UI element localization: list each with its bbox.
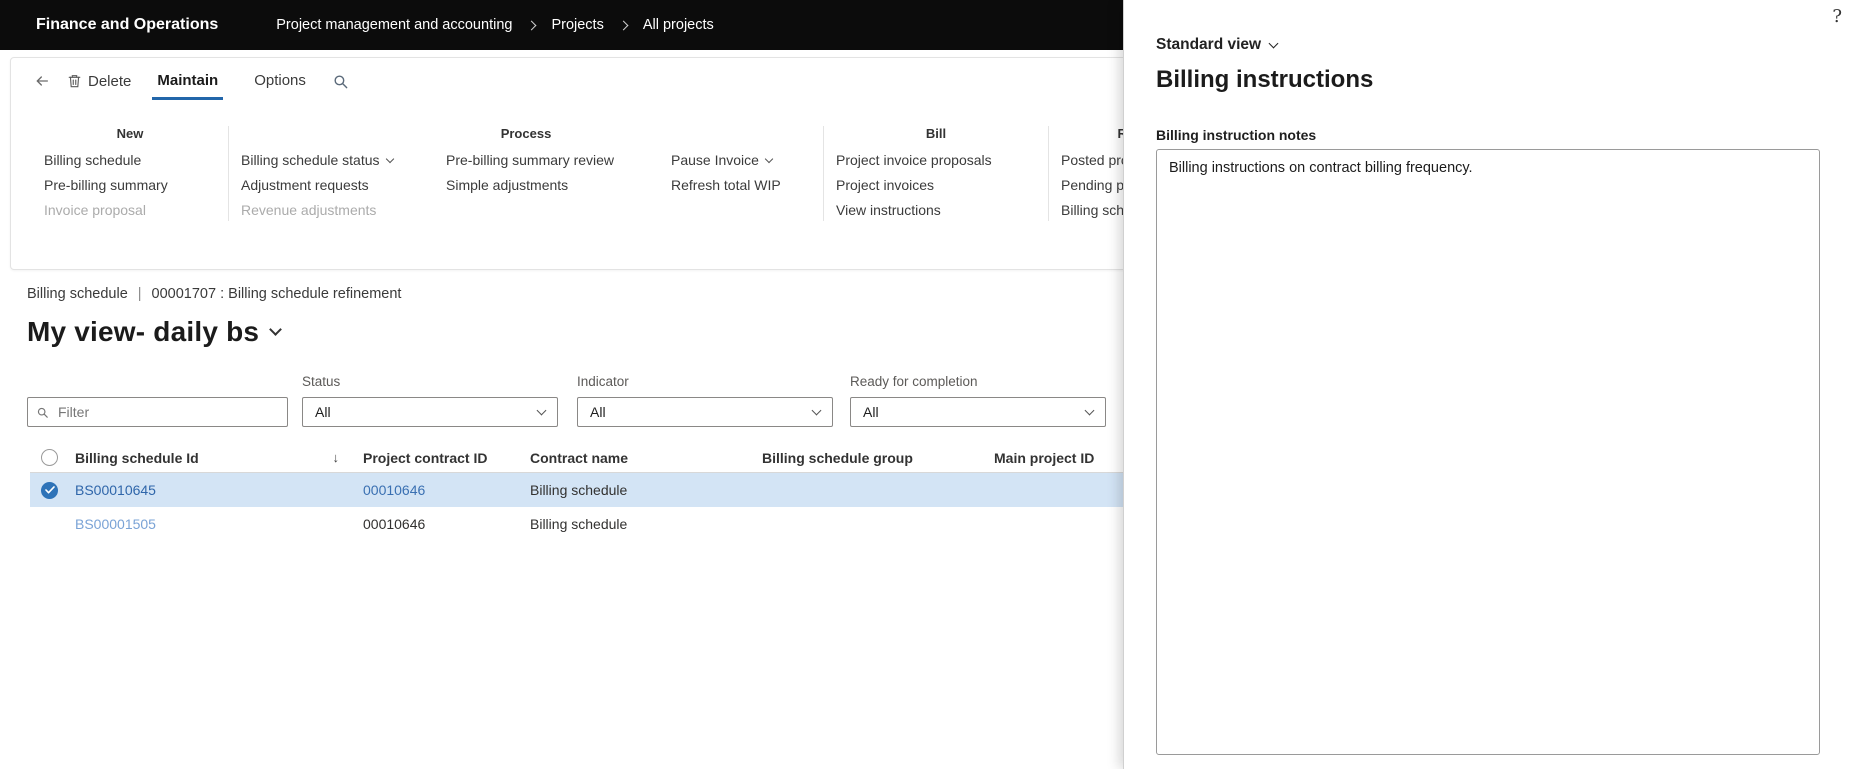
app-title: Finance and Operations xyxy=(36,16,219,33)
status-filter-dropdown[interactable]: All xyxy=(302,397,558,427)
filter-input[interactable] xyxy=(56,403,279,421)
standard-view-selector[interactable]: Standard view xyxy=(1156,36,1279,54)
ribbon-group-title: Bill xyxy=(925,126,947,141)
ready-for-completion-filter-dropdown[interactable]: All xyxy=(850,397,1106,427)
billing-instruction-notes-textarea[interactable]: Billing instructions on contract billing… xyxy=(1156,149,1820,755)
status-filter-label: Status xyxy=(302,374,341,389)
project-contract-id-link[interactable]: 00010646 xyxy=(363,482,425,498)
ribbon-group-title: Process xyxy=(500,126,552,141)
button-pause-invoice[interactable]: Pause Invoice xyxy=(671,152,811,169)
billing-schedule-id-link[interactable]: BS00001505 xyxy=(75,516,156,532)
button-billing-schedule-status[interactable]: Billing schedule status xyxy=(241,152,446,169)
button-view-instructions[interactable]: View instructions xyxy=(836,202,992,219)
billing-schedule-id-link[interactable]: BS00010645 xyxy=(75,482,156,498)
ribbon-group-new: New Billing schedule Pre-billing summary… xyxy=(44,126,216,227)
button-revenue-adjustments: Revenue adjustments xyxy=(241,202,377,218)
column-header-project-contract-id[interactable]: Project contract ID xyxy=(363,450,530,466)
check-icon xyxy=(44,486,55,494)
delete-button[interactable]: Delete xyxy=(59,67,139,96)
record-title: 00001707 : Billing schedule refinement xyxy=(151,286,402,302)
chevron-down-icon xyxy=(1084,405,1095,415)
chevron-down-icon xyxy=(269,322,283,336)
help-icon[interactable]: ? xyxy=(1832,6,1842,27)
indicator-filter-label: Indicator xyxy=(577,374,629,389)
trash-icon xyxy=(67,73,82,89)
table-row[interactable]: BS00010645 00010646 Billing schedule xyxy=(30,473,1194,507)
back-arrow-icon xyxy=(33,73,51,89)
breadcrumb-item-projects[interactable]: Projects xyxy=(551,17,603,33)
search-button[interactable] xyxy=(324,67,357,96)
record-separator: | xyxy=(137,286,142,302)
back-button[interactable] xyxy=(25,67,59,95)
button-pre-billing-summary-review[interactable]: Pre-billing summary review xyxy=(446,152,671,169)
button-pre-billing-summary[interactable]: Pre-billing summary xyxy=(44,177,168,194)
chevron-right-icon xyxy=(618,20,629,30)
breadcrumb: Project management and accounting Projec… xyxy=(276,17,714,33)
billing-instruction-notes-label: Billing instruction notes xyxy=(1156,127,1317,143)
record-entity: Billing schedule xyxy=(27,286,128,302)
chevron-right-icon xyxy=(527,20,537,30)
chevron-down-icon xyxy=(385,154,394,163)
breadcrumb-item-all-projects[interactable]: All projects xyxy=(643,17,714,33)
search-icon xyxy=(36,406,49,419)
button-simple-adjustments[interactable]: Simple adjustments xyxy=(446,177,671,194)
ribbon-group-bill: Bill Project invoice proposals Project i… xyxy=(836,126,1036,227)
contract-name-cell: Billing schedule xyxy=(530,482,628,498)
grid-header-row: Billing schedule Id ↓ Project contract I… xyxy=(30,443,1194,473)
column-header-billing-schedule-id[interactable]: Billing schedule Id ↓ xyxy=(75,450,363,466)
tab-maintain[interactable]: Maintain xyxy=(152,62,224,100)
view-title-dropdown[interactable]: My view- daily bs xyxy=(27,316,283,348)
ribbon-group-process: Process Billing schedule status Adjustme… xyxy=(241,126,811,227)
contract-name-cell: Billing schedule xyxy=(530,516,628,532)
ribbon-group-title: New xyxy=(116,126,144,141)
delete-button-label: Delete xyxy=(88,72,132,90)
record-context: Billing schedule | 00001707 : Billing sc… xyxy=(27,286,401,302)
button-project-invoice-proposals[interactable]: Project invoice proposals xyxy=(836,152,992,169)
row-selected-checkbox[interactable] xyxy=(41,481,58,499)
chevron-down-icon xyxy=(1268,38,1279,48)
search-icon xyxy=(332,73,349,90)
chevron-down-icon xyxy=(536,405,547,415)
flyout-title: Billing instructions xyxy=(1156,66,1374,93)
chevron-down-icon xyxy=(764,154,774,163)
billing-instructions-flyout: ? Standard view Billing instructions Bil… xyxy=(1123,0,1858,769)
project-contract-id-cell: 00010646 xyxy=(363,516,426,532)
ribbon-divider xyxy=(1048,126,1049,221)
page-title: My view- daily bs xyxy=(27,316,260,347)
table-row[interactable]: BS00001505 00010646 Billing schedule xyxy=(30,507,1194,541)
sort-descending-icon[interactable]: ↓ xyxy=(333,450,340,465)
column-header-billing-schedule-group[interactable]: Billing schedule group xyxy=(762,450,994,466)
billing-schedule-grid: Billing schedule Id ↓ Project contract I… xyxy=(30,443,1194,541)
button-refresh-total-wip[interactable]: Refresh total WIP xyxy=(671,177,811,194)
tab-options[interactable]: Options xyxy=(249,62,311,100)
column-header-contract-name[interactable]: Contract name xyxy=(530,450,762,466)
button-billing-schedule[interactable]: Billing schedule xyxy=(44,152,168,169)
breadcrumb-item-module[interactable]: Project management and accounting xyxy=(276,17,512,33)
ready-for-completion-filter-label: Ready for completion xyxy=(850,374,978,389)
select-all-checkbox[interactable] xyxy=(41,449,58,466)
button-project-invoices[interactable]: Project invoices xyxy=(836,177,992,194)
app-root: Finance and Operations Project managemen… xyxy=(0,0,1858,769)
chevron-down-icon xyxy=(811,405,822,415)
ribbon-divider xyxy=(823,126,824,221)
button-invoice-proposal: Invoice proposal xyxy=(44,202,146,218)
ribbon-divider xyxy=(228,126,229,221)
indicator-filter-dropdown[interactable]: All xyxy=(577,397,833,427)
grid-filter-box xyxy=(27,397,288,427)
button-adjustment-requests[interactable]: Adjustment requests xyxy=(241,177,446,194)
